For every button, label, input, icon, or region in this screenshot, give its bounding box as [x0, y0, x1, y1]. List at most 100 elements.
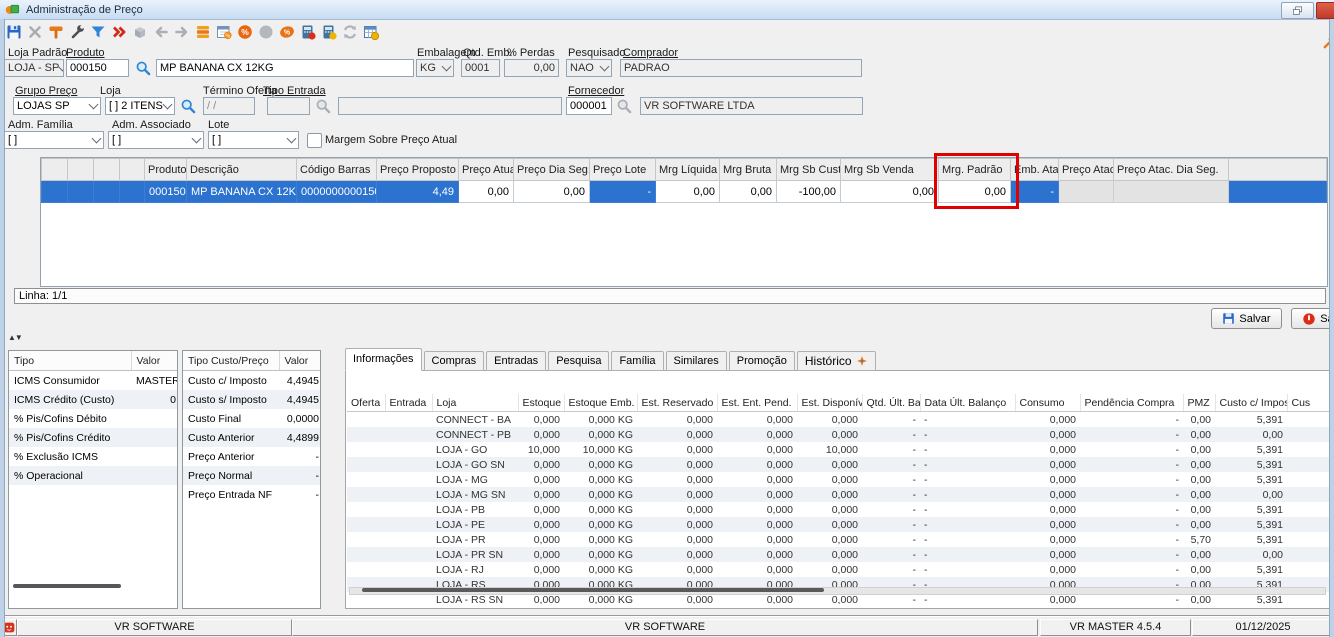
stock-cell[interactable]: 0,000 — [717, 472, 797, 487]
stock-row[interactable]: LOJA - PR0,0000,000 KG0,0000,0000,000--0… — [347, 532, 1330, 547]
stock-cell[interactable]: 0,000 — [1015, 412, 1080, 428]
stock-cell[interactable]: - — [1080, 562, 1183, 577]
stock-cell[interactable]: 0,000 — [797, 427, 862, 442]
stock-cell[interactable]: - — [1080, 547, 1183, 562]
stock-cell[interactable]: - — [1080, 502, 1183, 517]
main-grid-cell[interactable] — [120, 181, 145, 203]
stock-cell[interactable]: 10,000 — [797, 442, 862, 457]
stock-hscrollbar-thumb[interactable] — [362, 588, 824, 592]
filter-icon[interactable] — [89, 23, 106, 40]
main-grid-cell[interactable] — [94, 181, 120, 203]
main-grid-cell[interactable]: 4,49 — [377, 181, 459, 203]
hammer-icon[interactable] — [47, 23, 64, 40]
grupo-preco-select[interactable]: LOJAS SP — [13, 97, 101, 115]
stock-cell[interactable]: 0,00 — [1215, 547, 1287, 562]
salvar-button[interactable]: Salvar — [1211, 308, 1282, 329]
stock-cell[interactable]: 5,391 — [1215, 562, 1287, 577]
stock-cell[interactable]: 10,000 — [518, 442, 564, 457]
main-grid-cell[interactable]: -100,00 — [777, 181, 841, 203]
stock-cell[interactable] — [1287, 547, 1330, 562]
stock-cell[interactable]: 0,000 — [637, 412, 717, 428]
stock-row[interactable]: LOJA - PE0,0000,000 KG0,0000,0000,000--0… — [347, 517, 1330, 532]
stock-cell[interactable]: 0,000 — [717, 442, 797, 457]
stock-cell[interactable]: 0,000 — [1015, 427, 1080, 442]
stock-cell[interactable]: 0,000 — [797, 502, 862, 517]
stock-cell[interactable] — [1287, 472, 1330, 487]
stock-cell[interactable]: 0,000 — [1015, 517, 1080, 532]
stock-cell[interactable] — [385, 547, 432, 562]
stock-cell[interactable] — [385, 487, 432, 502]
stock-row[interactable]: LOJA - GO SN0,0000,000 KG0,0000,0000,000… — [347, 457, 1330, 472]
stock-cell[interactable]: 0,00 — [1183, 487, 1215, 502]
stock-cell[interactable]: 0,000 — [637, 427, 717, 442]
stock-cell[interactable]: 0,000 — [717, 517, 797, 532]
stock-cell[interactable]: - — [862, 487, 920, 502]
stock-cell[interactable]: - — [920, 412, 1015, 428]
stock-cell[interactable]: 0,000 — [717, 532, 797, 547]
stock-hscrollbar-track[interactable] — [349, 587, 1326, 595]
stock-cell[interactable]: 0,00 — [1183, 427, 1215, 442]
stock-cell[interactable]: 0,00 — [1215, 487, 1287, 502]
main-grid-cell[interactable]: 0,00 — [514, 181, 590, 203]
splitter-handle[interactable]: ▲▼ — [8, 333, 22, 342]
stock-row[interactable]: LOJA - PR SN0,0000,000 KG0,0000,0000,000… — [347, 547, 1330, 562]
stock-cell[interactable]: 0,000 — [1015, 532, 1080, 547]
adm-associado-select[interactable]: [ ] — [108, 131, 204, 149]
main-grid-cell[interactable]: 0,00 — [841, 181, 939, 203]
stock-cell[interactable]: 0,000 — [717, 562, 797, 577]
stock-cell[interactable]: 0,00 — [1183, 547, 1215, 562]
tab-historico[interactable]: Histórico — [797, 351, 876, 371]
stock-cell[interactable]: - — [920, 517, 1015, 532]
wrench-icon[interactable] — [68, 23, 85, 40]
loja-select[interactable]: [ ] 2 ITENS — [105, 97, 175, 115]
stock-row[interactable]: LOJA - RJ0,0000,000 KG0,0000,0000,000--0… — [347, 562, 1330, 577]
stock-cell[interactable]: 0,00 — [1183, 517, 1215, 532]
stock-cell[interactable]: 0,000 KG — [564, 517, 637, 532]
stock-cell[interactable]: - — [1080, 442, 1183, 457]
stock-cell[interactable] — [347, 487, 385, 502]
stock-cell[interactable]: 0,000 — [797, 517, 862, 532]
stock-cell[interactable]: 0,000 KG — [564, 547, 637, 562]
stock-cell[interactable]: 0,00 — [1183, 472, 1215, 487]
close-window-button[interactable] — [1316, 2, 1334, 19]
fornecedor-label[interactable]: Fornecedor — [568, 85, 624, 97]
stock-cell[interactable] — [1287, 412, 1330, 428]
stock-cell[interactable]: - — [920, 472, 1015, 487]
tab-compras[interactable]: Compras — [424, 351, 485, 371]
save-icon[interactable] — [5, 23, 22, 40]
fast-forward-icon[interactable] — [110, 23, 127, 40]
stock-cell[interactable]: - — [920, 502, 1015, 517]
stock-cell[interactable]: - — [862, 502, 920, 517]
stock-cell[interactable]: 0,000 — [1015, 457, 1080, 472]
main-grid-cell[interactable] — [68, 181, 94, 203]
stock-cell[interactable] — [385, 532, 432, 547]
stock-cell[interactable]: 0,000 — [1015, 502, 1080, 517]
stock-cell[interactable]: 0,00 — [1215, 427, 1287, 442]
main-grid-cell[interactable] — [1114, 181, 1229, 203]
stock-cell[interactable]: 5,391 — [1215, 472, 1287, 487]
stock-cell[interactable]: 0,000 — [637, 502, 717, 517]
stock-cell[interactable] — [1287, 457, 1330, 472]
stock-cell[interactable]: - — [862, 517, 920, 532]
stock-cell[interactable]: 0,000 — [797, 472, 862, 487]
stock-cell[interactable]: LOJA - RJ — [432, 562, 518, 577]
stock-cell[interactable]: - — [862, 442, 920, 457]
tab-pesquisa[interactable]: Pesquisa — [548, 351, 609, 371]
comprador-label[interactable]: Comprador — [623, 47, 678, 59]
stock-cell[interactable]: 0,000 — [637, 562, 717, 577]
stock-cell[interactable]: 0,000 KG — [564, 412, 637, 428]
main-grid-cell[interactable]: 0,00 — [939, 181, 1011, 203]
stock-cell[interactable]: 0,000 — [518, 532, 564, 547]
main-grid-cell[interactable] — [1229, 181, 1327, 203]
tipo-entrada-label[interactable]: Tipo Entrada — [263, 85, 326, 97]
stock-cell[interactable]: 0,000 KG — [564, 487, 637, 502]
produto-search-icon[interactable] — [133, 59, 153, 77]
main-grid-cell[interactable] — [1059, 181, 1114, 203]
main-grid-cell[interactable]: - — [590, 181, 656, 203]
stock-cell[interactable]: 0,00 — [1183, 502, 1215, 517]
stock-cell[interactable]: 5,391 — [1215, 532, 1287, 547]
stock-row[interactable]: CONNECT - BA0,0000,000 KG0,0000,0000,000… — [347, 412, 1330, 428]
stock-cell[interactable]: 0,00 — [1183, 457, 1215, 472]
main-grid-selected-row[interactable]: 000150MP BANANA CX 12KG00000000001504,49… — [42, 181, 1327, 203]
stock-cell[interactable]: LOJA - PE — [432, 517, 518, 532]
